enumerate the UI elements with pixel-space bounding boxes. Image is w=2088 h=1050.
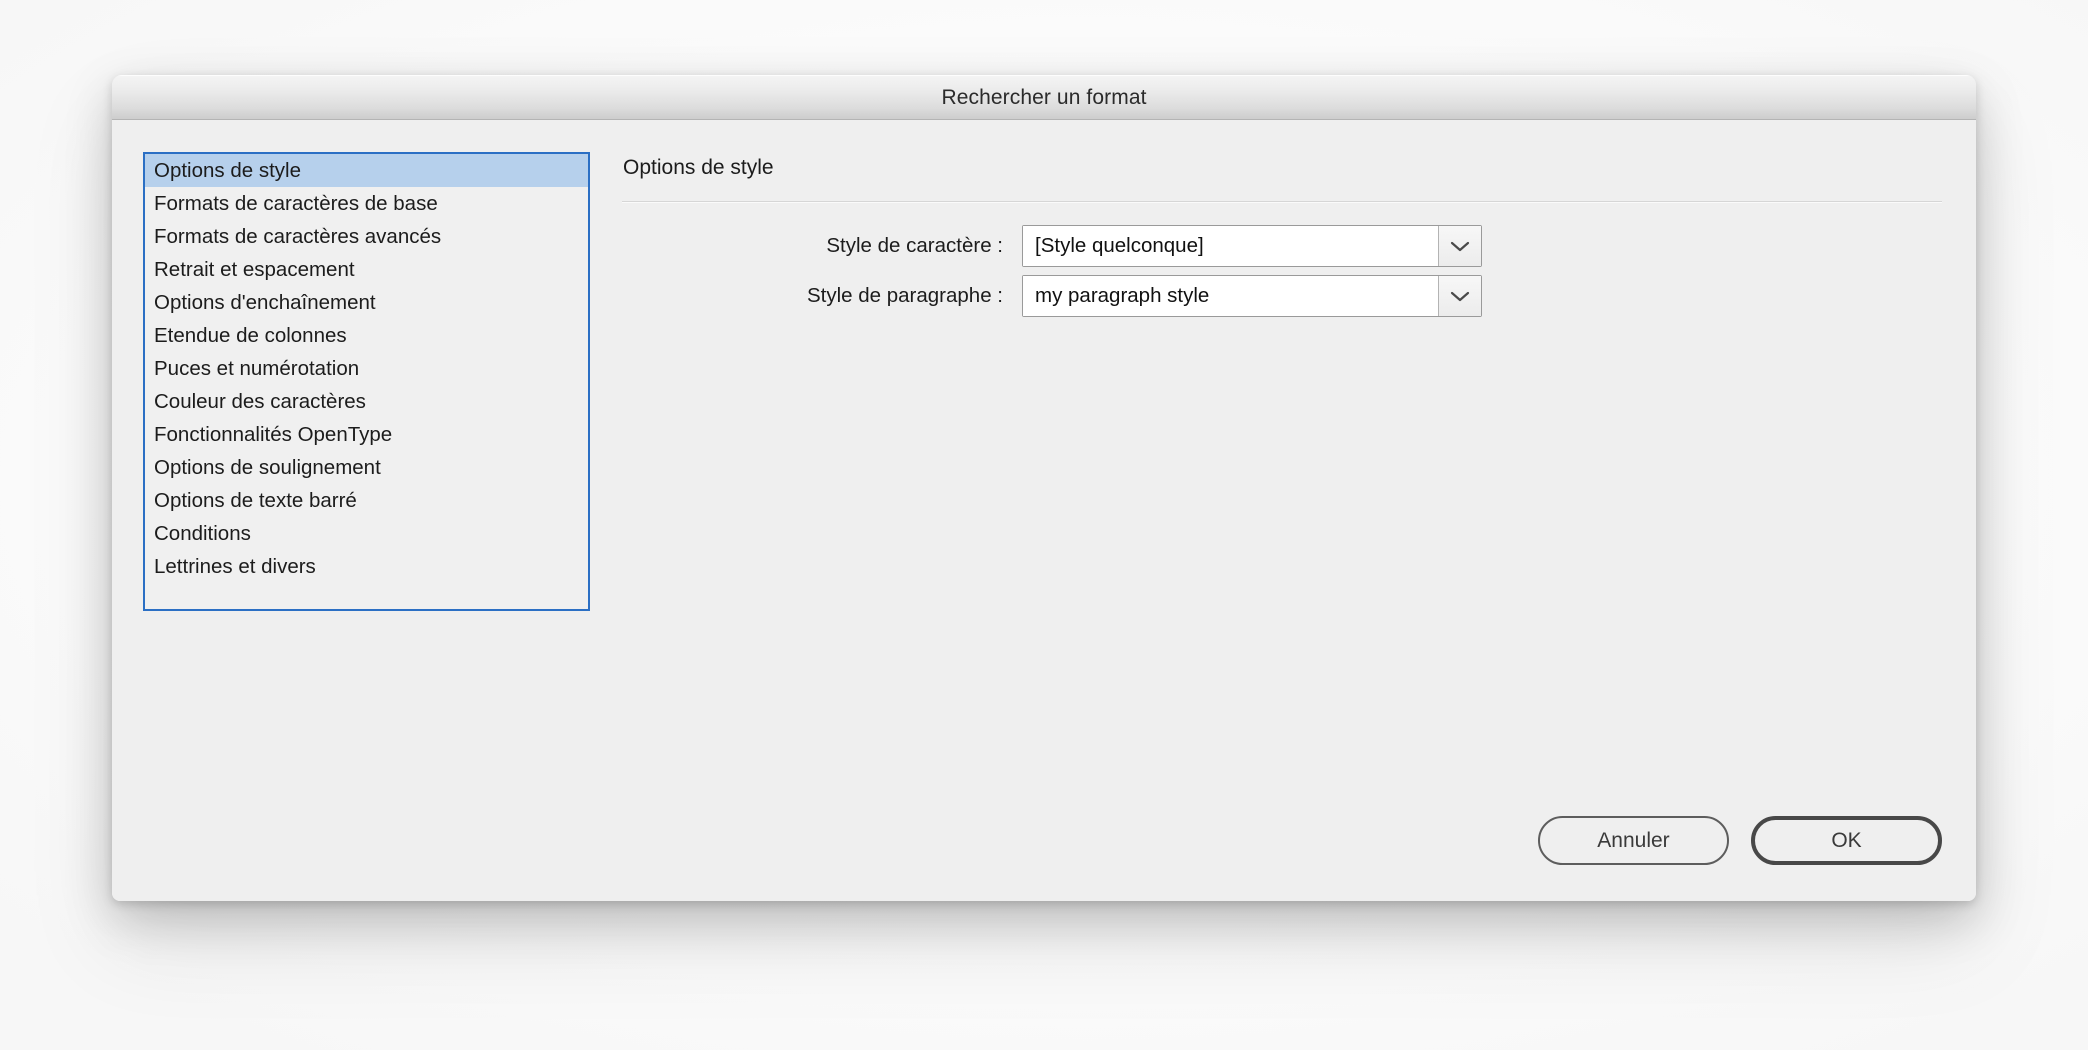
list-item-options-de-style[interactable]: Options de style [145, 154, 588, 187]
list-item-label: Options de soulignement [154, 456, 381, 479]
character-style-value[interactable]: [Style quelconque] [1023, 226, 1439, 266]
list-item-label: Puces et numérotation [154, 357, 359, 380]
section-title: Options de style [623, 156, 1942, 180]
list-item-label: Conditions [154, 522, 251, 545]
list-item-label: Retrait et espacement [154, 258, 355, 281]
list-item-fonctionnalites-opentype[interactable]: Fonctionnalités OpenType [145, 418, 588, 451]
dialog-titlebar[interactable]: Rechercher un format [112, 75, 1976, 120]
list-item-label: Etendue de colonnes [154, 324, 347, 347]
character-style-row: Style de caractère : [Style quelconque] [622, 225, 1942, 267]
character-style-combobox[interactable]: [Style quelconque] [1022, 225, 1482, 267]
paragraph-style-row: Style de paragraphe : my paragraph style [622, 275, 1942, 317]
list-item-options-denchainement[interactable]: Options d'enchaînement [145, 286, 588, 319]
paragraph-style-value[interactable]: my paragraph style [1023, 276, 1439, 316]
list-item-label: Couleur des caractères [154, 390, 366, 413]
list-item-puces-et-numerotation[interactable]: Puces et numérotation [145, 352, 588, 385]
list-item-label: Lettrines et divers [154, 555, 316, 578]
category-listbox[interactable]: Options de style Formats de caractères d… [143, 152, 590, 611]
list-item-label: Options de style [154, 159, 301, 182]
dialog-footer: Annuler OK [1538, 816, 1942, 865]
character-style-label: Style de caractère : [622, 234, 1022, 258]
list-item-lettrines-et-divers[interactable]: Lettrines et divers [145, 550, 588, 583]
cancel-button[interactable]: Annuler [1538, 816, 1729, 865]
list-item-options-de-texte-barre[interactable]: Options de texte barré [145, 484, 588, 517]
list-item-formats-de-caracteres-de-base[interactable]: Formats de caractères de base [145, 187, 588, 220]
list-item-label: Formats de caractères avancés [154, 225, 441, 248]
dialog-title: Rechercher un format [941, 86, 1146, 110]
paragraph-style-combobox[interactable]: my paragraph style [1022, 275, 1482, 317]
list-item-options-de-soulignement[interactable]: Options de soulignement [145, 451, 588, 484]
list-item-retrait-et-espacement[interactable]: Retrait et espacement [145, 253, 588, 286]
chevron-down-icon[interactable] [1439, 226, 1481, 266]
find-format-dialog: Rechercher un format Options de style Fo… [112, 75, 1976, 901]
content-pane: Options de style Style de caractère : [S… [622, 152, 1942, 901]
list-item-conditions[interactable]: Conditions [145, 517, 588, 550]
paragraph-style-label: Style de paragraphe : [622, 284, 1022, 308]
list-item-label: Formats de caractères de base [154, 192, 438, 215]
section-divider [622, 201, 1942, 203]
ok-button[interactable]: OK [1751, 816, 1942, 865]
chevron-down-icon[interactable] [1439, 276, 1481, 316]
list-item-label: Options d'enchaînement [154, 291, 376, 314]
list-item-etendue-de-colonnes[interactable]: Etendue de colonnes [145, 319, 588, 352]
list-item-couleur-des-caracteres[interactable]: Couleur des caractères [145, 385, 588, 418]
list-item-label: Fonctionnalités OpenType [154, 423, 392, 446]
list-item-label: Options de texte barré [154, 489, 357, 512]
dialog-body: Options de style Formats de caractères d… [112, 120, 1976, 901]
list-item-formats-de-caracteres-avances[interactable]: Formats de caractères avancés [145, 220, 588, 253]
